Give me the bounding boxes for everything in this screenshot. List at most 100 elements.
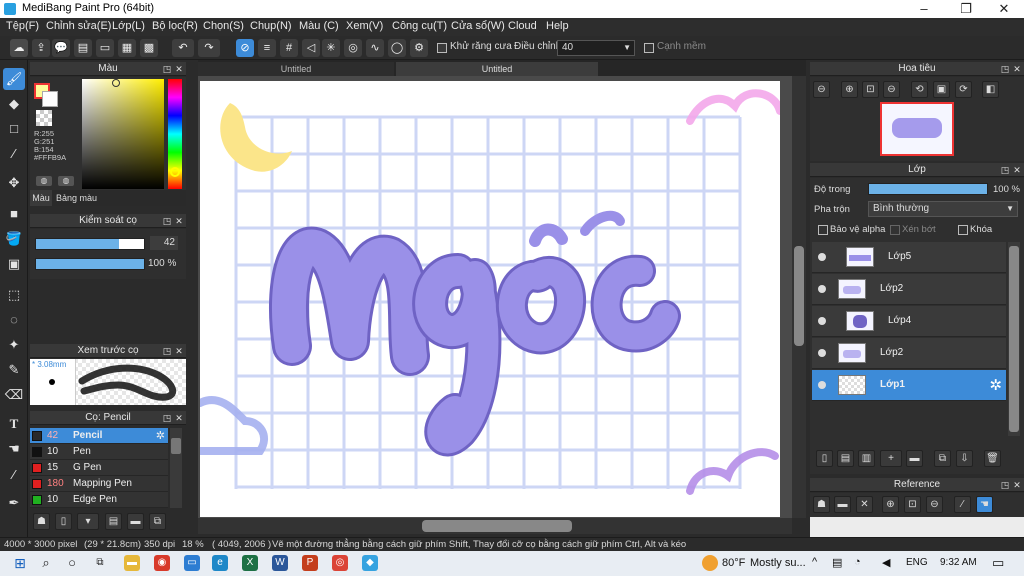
menu-snap[interactable]: Chụp(N) (250, 20, 292, 32)
app-icon-red[interactable]: ◉ (154, 555, 170, 571)
excel-icon[interactable]: X (242, 555, 258, 571)
close-reference-icon[interactable]: ✕ (856, 496, 873, 513)
redo-icon[interactable]: ↷ (198, 39, 220, 57)
note-icon[interactable]: ▤ (74, 39, 92, 57)
cloud-icon[interactable]: ☁ (10, 39, 28, 57)
add-layer-menu-icon[interactable]: + (880, 450, 902, 467)
minimize-icon[interactable]: – (904, 0, 944, 18)
menu-filter[interactable]: Bộ lọc(R) (152, 20, 198, 32)
menu-layer[interactable]: Lớp(L) (112, 20, 145, 32)
navigator-thumbnail[interactable] (880, 102, 954, 156)
close-panel-icon[interactable]: ✕ (174, 62, 184, 76)
blend-select[interactable]: Bình thường ▼ (868, 201, 1018, 217)
line-tool-icon[interactable]: ∕ (3, 143, 25, 165)
rotate-reset-icon[interactable]: ▣ (933, 81, 950, 98)
edge-icon[interactable]: e (212, 555, 228, 571)
lock-checkbox[interactable] (958, 225, 968, 235)
eye-icon[interactable] (818, 381, 826, 389)
v-scroll-thumb[interactable] (794, 246, 804, 346)
soft-edge-checkbox[interactable] (644, 43, 654, 53)
task-view-icon[interactable]: ⧉ (92, 555, 108, 571)
eraser-tool-icon[interactable]: ◆ (3, 93, 25, 115)
antialias-checkbox[interactable] (437, 43, 447, 53)
zoom-out-icon[interactable]: ⊖ (813, 81, 830, 98)
new-layer-icon[interactable]: ▯ (816, 450, 833, 467)
text-tool-icon[interactable]: T (3, 413, 25, 435)
trash-icon[interactable]: 🗑 (984, 450, 1001, 467)
layer-scrollbar[interactable] (1008, 242, 1020, 436)
search-icon[interactable]: ⌕ (38, 555, 54, 571)
brush-opacity-slider[interactable] (35, 258, 145, 270)
cloud-brush-icon[interactable]: ☗ (33, 513, 50, 530)
close-panel-icon[interactable]: ✕ (174, 411, 184, 425)
bucket-tool-icon[interactable]: 🪣 (3, 228, 25, 250)
add-brush-icon[interactable]: ▾ (77, 513, 99, 530)
cross-snap-icon[interactable]: # (280, 39, 298, 57)
tab-palette[interactable]: Bảng màu (56, 193, 97, 203)
magic-wand-icon[interactable]: ✦ (3, 334, 25, 356)
move-tool-icon[interactable]: ✥ (3, 172, 25, 194)
cortana-icon[interactable]: ○ (64, 555, 80, 571)
saturation-value-picker[interactable] (82, 79, 164, 189)
ellipse-snap-icon[interactable]: ◯ (388, 39, 406, 57)
grid-layout-icon[interactable]: ▩ (140, 39, 158, 57)
float-icon[interactable]: ◳ (162, 62, 172, 76)
fill-rect-tool-icon[interactable]: ■ (3, 203, 25, 225)
close-panel-icon[interactable]: ✕ (1012, 163, 1022, 177)
merge-layer-icon[interactable]: ⇩ (956, 450, 973, 467)
hand-icon[interactable]: ☚ (976, 496, 993, 513)
menu-view[interactable]: Xem(V) (346, 20, 383, 32)
brush-size-value[interactable]: 42 (150, 236, 178, 250)
circle-snap-icon[interactable]: ◎ (344, 39, 362, 57)
menu-select[interactable]: Chọn(S) (203, 20, 244, 32)
horizontal-scrollbar[interactable] (198, 518, 792, 534)
chevron-up-icon[interactable]: ^ (812, 556, 817, 568)
vanish-snap-icon[interactable]: ◁ (302, 39, 320, 57)
select-pen-icon[interactable]: ✎ (3, 359, 25, 381)
clock[interactable]: 9:32 AM (940, 557, 977, 568)
layer-row[interactable]: Lớp2 (812, 274, 1006, 305)
layer-row-selected[interactable]: Lớp1 ✲ (812, 370, 1006, 401)
tab-untitled-1[interactable]: Untitled (198, 62, 394, 76)
menu-file[interactable]: Tệp(F) (6, 20, 39, 32)
temperature[interactable]: 80°F (722, 557, 745, 569)
dropper-icon[interactable]: ⁄ (954, 496, 971, 513)
brush-list-scrollbar[interactable] (170, 428, 182, 508)
layer-row[interactable]: Lớp5 (812, 242, 1006, 273)
canvas-paper[interactable] (200, 81, 780, 517)
volume-icon[interactable]: ◀ (882, 556, 890, 569)
shape-tool-icon[interactable]: □ (3, 118, 25, 140)
float-icon[interactable]: ◳ (1000, 62, 1010, 76)
float-icon[interactable]: ◳ (162, 344, 172, 358)
wifi-icon[interactable]: ◔ (854, 556, 861, 568)
panel-icon[interactable]: ▦ (118, 39, 136, 57)
color-square-icon[interactable]: ◍ (58, 176, 74, 186)
weather-icon[interactable] (702, 555, 718, 571)
gear-icon[interactable]: ✲ (156, 428, 165, 444)
file-explorer-icon[interactable]: ▬ (124, 555, 140, 571)
select-eraser-icon[interactable]: ⌫ (3, 384, 25, 406)
comment-icon[interactable]: 💬 (52, 39, 70, 57)
menu-window[interactable]: Cửa sổ(W) (451, 20, 505, 32)
new-8bit-layer-icon[interactable]: ▥ (858, 450, 875, 467)
reference-view[interactable] (810, 517, 1024, 537)
fit-icon[interactable]: ⊡ (862, 81, 879, 98)
close-panel-icon[interactable]: ✕ (1012, 478, 1022, 492)
eye-icon[interactable] (818, 317, 826, 325)
medibang-icon[interactable]: ◆ (362, 555, 378, 571)
monitor-icon[interactable]: ▭ (184, 555, 200, 571)
duplicate-icon[interactable]: ⧉ (149, 513, 166, 530)
curve-snap-icon[interactable]: ∿ (366, 39, 384, 57)
start-icon[interactable]: ⊞ (12, 555, 28, 571)
zoom-out-icon[interactable]: ⊖ (926, 496, 943, 513)
menu-cloud[interactable]: Cloud (508, 20, 537, 32)
correction-select[interactable]: 40 ▼ (557, 40, 635, 56)
word-icon[interactable]: W (272, 555, 288, 571)
dropper-tool-icon[interactable]: ⁄ (3, 464, 25, 486)
rotate-right-icon[interactable]: ⟳ (955, 81, 972, 98)
weather-text[interactable]: Mostly su... (750, 557, 806, 569)
cloud-upload-icon[interactable]: ☗ (813, 496, 830, 513)
brush-size-slider[interactable] (35, 238, 145, 250)
layer-row[interactable]: Lớp2 (812, 338, 1006, 369)
share-icon[interactable]: ⇪ (32, 39, 50, 57)
